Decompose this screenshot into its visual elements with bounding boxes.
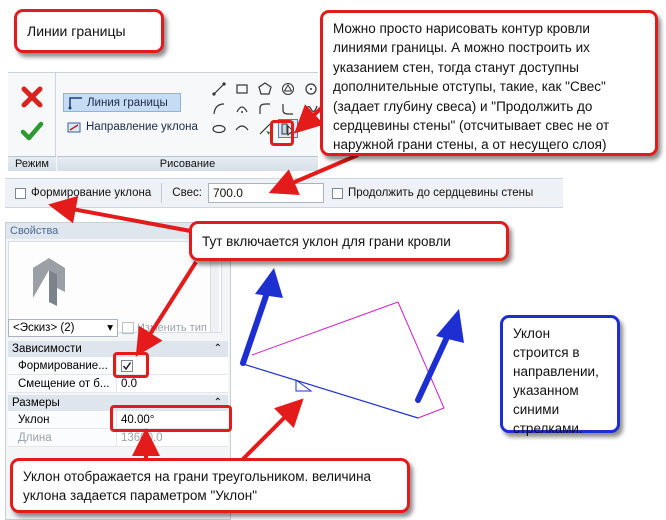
- highlight-slope-value: [110, 405, 232, 432]
- slope-arrow-right: [415, 332, 451, 403]
- callout-slope-direction: Уклон строится в направлении, указанном …: [500, 315, 620, 436]
- callout-slope-triangle: Уклон отображается на грани треугольнико…: [10, 458, 410, 513]
- highlight-pick-walls: [270, 120, 294, 146]
- pointer-to-define-slope-prop: [135, 260, 198, 357]
- pointer-to-define-slope-option: [48, 195, 197, 234]
- highlight-define-slope-checkbox: [113, 352, 149, 378]
- slope-arrow-left-head: [255, 268, 283, 298]
- callout-contour: Можно просто нарисовать контур кровли ли…: [320, 10, 658, 156]
- callout-boundary-lines: Линии границы: [14, 9, 164, 53]
- boundary-line-top: [251, 301, 399, 356]
- boundary-line-bottom: [417, 407, 445, 419]
- callout-slope-toggle: Тут включается уклон для грани кровли: [189, 221, 509, 261]
- slope-arrow-left: [240, 287, 271, 366]
- pointer-to-slope-triangle: [238, 398, 304, 464]
- slope-triangle-symbol: [295, 379, 313, 392]
- sloped-edge-line: [239, 362, 419, 419]
- slope-arrow-right-head: [436, 309, 464, 343]
- pointer-to-overhang: [268, 153, 359, 196]
